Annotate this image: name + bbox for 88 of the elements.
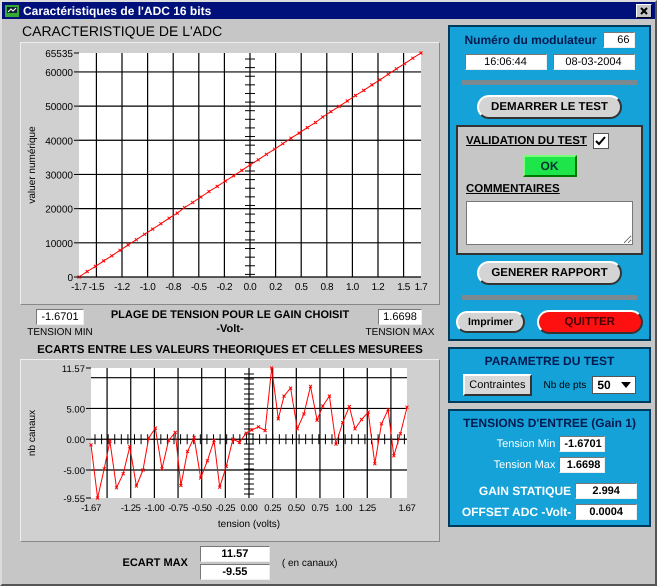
tick-label: 1.7 — [414, 282, 428, 293]
field-label: Tension Min — [496, 438, 556, 450]
axis-title: nb canaux — [27, 410, 38, 456]
tick-label: -1.2 — [114, 282, 130, 293]
voltage-field[interactable]: -1.6701 — [559, 436, 606, 452]
print-button[interactable]: Imprimer — [456, 311, 525, 333]
min-voltage-label: TENSION MIN — [27, 327, 93, 338]
axis-title: valuer numérique — [27, 126, 38, 204]
tick-label: 1.67 — [398, 503, 416, 514]
points-label: Nb de pts — [544, 380, 586, 390]
tick-label: 20000 — [45, 204, 73, 216]
panel-title: PARAMETRE DU TEST — [484, 354, 614, 368]
tick-label: 0.5 — [294, 282, 308, 293]
tick-label: 0.2 — [269, 282, 282, 293]
tick-label: -5.00 — [63, 466, 85, 477]
date-field[interactable]: 08-03-2004 — [552, 54, 634, 70]
tick-label: -9.55 — [63, 494, 85, 505]
close-button[interactable] — [636, 4, 652, 18]
tick-label: -0.5 — [190, 282, 207, 293]
tick-label: 1.00 — [335, 503, 352, 514]
tick-label: 0.8 — [320, 282, 334, 293]
start-test-button[interactable]: DEMARRER LE TEST — [477, 95, 622, 119]
tick-label: 0.00 — [66, 435, 85, 446]
comments-label: COMMENTAIRES — [466, 183, 561, 195]
range-title: PLAGE DE TENSION POUR LE GAIN CHOISIT — [110, 309, 350, 321]
tick-label: -1.5 — [88, 282, 104, 293]
validation-checkbox[interactable] — [592, 133, 609, 149]
tick-label: 60000 — [45, 68, 73, 79]
tick-label: 0 — [67, 273, 73, 284]
tick-label: 1.25 — [358, 503, 376, 514]
tick-label: 40000 — [45, 136, 73, 148]
comments-field[interactable] — [466, 201, 633, 245]
max-error-label: ECART MAX — [122, 557, 188, 569]
field-label: Tension Max — [494, 459, 556, 471]
gain-label: GAIN STATIQUE — [478, 484, 572, 498]
tick-label: 65535 — [45, 49, 73, 60]
tick-label: -0.50 — [192, 503, 212, 514]
tick-label: 1.2 — [372, 282, 384, 293]
ok-button[interactable]: OK — [522, 155, 576, 177]
chart-title: ECARTS ENTRE LES VALEURS THEORIQUES ET CELLES MESUREES — [36, 344, 424, 356]
constraints-button[interactable]: Contraintes — [463, 374, 532, 396]
tick-label: -1.0 — [140, 282, 156, 293]
report-button[interactable]: GENERER RAPPORT — [477, 261, 622, 285]
axis-title: tension (volts) — [218, 519, 280, 530]
dropdown-arrow-icon — [620, 382, 631, 388]
tick-label: 0.25 — [264, 503, 282, 514]
modulator-label: Numéro du modulateur — [464, 33, 596, 47]
offset-label: OFFSET ADC -Volt- — [462, 505, 572, 519]
validation-label: VALIDATION DU TEST — [466, 135, 587, 147]
chart-title: CARACTERISTIQUE DE L'ADC — [22, 23, 224, 39]
modulator-field[interactable]: 66 — [602, 32, 634, 48]
max-error-field[interactable]: -9.55 — [200, 564, 270, 580]
max-voltage-label: TENSION MAX — [366, 327, 434, 338]
tick-label: 5.00 — [66, 404, 85, 416]
min-voltage-field[interactable]: -1.6701 — [36, 309, 84, 325]
time-field[interactable]: 16:06:44 — [464, 54, 546, 70]
max-voltage-field[interactable]: 1.6698 — [378, 309, 422, 325]
points-dropdown[interactable]: 50 — [592, 376, 636, 394]
tick-label: -1.00 — [144, 503, 164, 514]
tick-label: 0.00 — [240, 503, 258, 514]
tick-label: -1.67 — [81, 503, 101, 514]
offset-field[interactable]: 0.0004 — [575, 504, 638, 520]
tick-label: 0.75 — [312, 503, 328, 514]
tick-label: -1.25 — [120, 503, 141, 514]
app-icon — [5, 4, 19, 16]
tick-label: 30000 — [45, 170, 73, 182]
tick-label: -0.25 — [216, 503, 236, 514]
tick-label: -1.7 — [71, 282, 87, 293]
tick-label: 11.57 — [62, 364, 85, 375]
tick-label: 0.0 — [244, 282, 256, 293]
tick-label: 1.0 — [346, 282, 359, 293]
tick-label: 50000 — [45, 102, 73, 114]
window-title: Caractéristiques de l'ADC 16 bits — [23, 4, 212, 18]
quit-button[interactable]: QUITTER — [536, 310, 643, 334]
max-error-field[interactable]: 11.57 — [200, 546, 270, 562]
tick-label: 1.5 — [397, 282, 410, 293]
tick-label: 0.50 — [288, 503, 305, 514]
unit-label: -Volt- — [216, 323, 244, 335]
close-icon — [640, 6, 648, 14]
tick-label: 10000 — [45, 238, 73, 250]
tick-label: -0.2 — [216, 282, 232, 293]
voltage-field[interactable]: 1.6698 — [559, 457, 606, 473]
tick-label: -0.75 — [168, 503, 188, 514]
unit-label: ( en canaux) — [282, 558, 338, 568]
gain-field[interactable]: 2.994 — [575, 483, 638, 499]
tick-label: -0.8 — [165, 282, 182, 293]
check-icon — [595, 136, 606, 146]
panel-title: TENSIONS D'ENTREE (Gain 1) — [463, 416, 636, 430]
